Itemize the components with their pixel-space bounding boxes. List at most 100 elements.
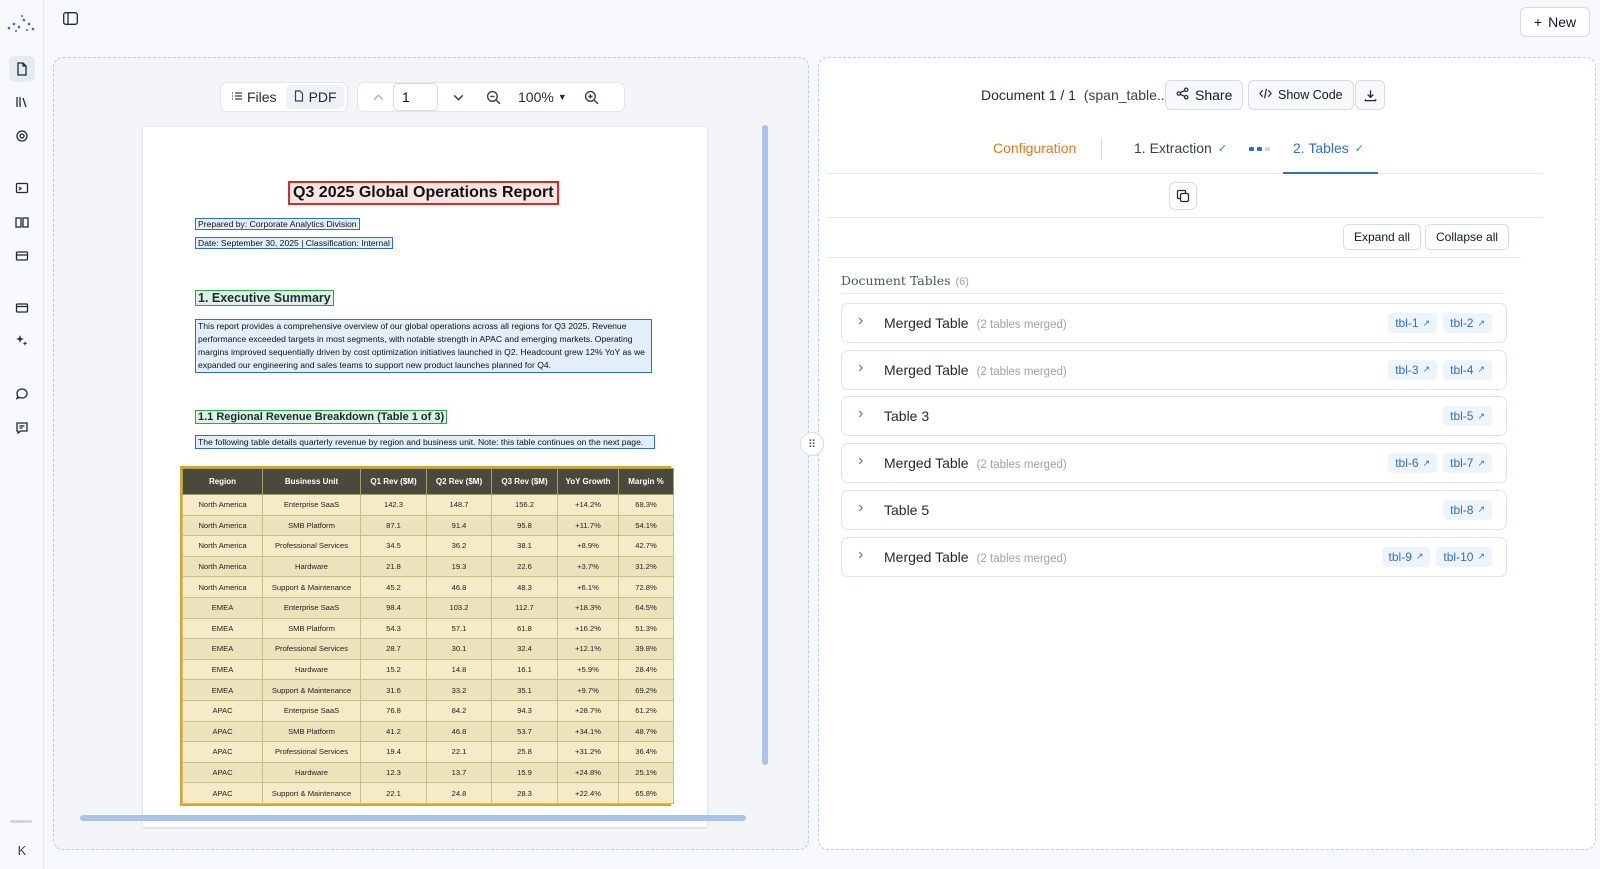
table-cell: +14.2%: [557, 494, 619, 516]
results-panel: Document 1 / 1 (span_table...) Share Sho…: [818, 57, 1596, 850]
zoom-out-icon[interactable]: [479, 85, 508, 109]
table-item-name: Merged Table (2 tables merged): [884, 455, 1067, 471]
sparkle-icon[interactable]: [9, 328, 35, 354]
table-cell: North America: [182, 514, 263, 537]
collapse-all-button[interactable]: Collapse all: [1425, 224, 1510, 250]
chevron-right-icon[interactable]: ›: [858, 405, 863, 423]
table-list-item[interactable]: › Merged Table (2 tables merged) tbl-9 ↗ tbl-…: [841, 536, 1507, 577]
table-cell: 30.1: [426, 638, 492, 660]
progress-dots: [1249, 147, 1270, 151]
table-list-item[interactable]: › Table 5 tbl-8 ↗: [841, 489, 1507, 530]
table-list-item[interactable]: › Merged Table (2 tables merged) tbl-6 ↗ tbl-…: [841, 443, 1507, 484]
table-cell: +11.7%: [557, 514, 619, 537]
copy-icon[interactable]: [1169, 182, 1197, 210]
show-code-button[interactable]: Show Code: [1248, 80, 1354, 110]
table-cell: APAC: [182, 720, 263, 743]
download-icon[interactable]: [1355, 80, 1385, 110]
chevron-right-icon[interactable]: ›: [858, 452, 863, 470]
table-header-cell: Margin %: [618, 468, 674, 495]
table-source-link[interactable]: tbl-9 ↗: [1381, 546, 1431, 567]
table-header-cell: Region: [182, 468, 263, 495]
prev-page-button[interactable]: [364, 85, 393, 109]
table-cell: 46.8: [426, 720, 492, 743]
table-source-label: tbl-8: [1450, 502, 1474, 517]
table-source-badges: tbl-1 ↗ tbl-2 ↗: [1388, 313, 1492, 333]
page-number-input[interactable]: [393, 83, 438, 111]
pdf-summary-paragraph: This report provides a comprehensive ove…: [195, 319, 652, 373]
zoom-in-icon[interactable]: [577, 85, 606, 109]
share-button[interactable]: Share: [1165, 80, 1244, 110]
table-header-row: Region Business Unit Q1 Rev ($M) Q2 Rev ($M…: [182, 468, 674, 495]
table-cell: 28.3: [491, 782, 558, 804]
table-name: Merged Table: [884, 455, 969, 472]
table-row: EMEA Enterprise SaaS 98.4 103.2 112.7 +18.3% 6…: [182, 596, 674, 619]
book-icon[interactable]: [9, 209, 35, 235]
tab-tables[interactable]: 2. Tables ✓: [1293, 140, 1364, 156]
table-source-link[interactable]: tbl-4 ↗: [1443, 359, 1492, 380]
table-list-item[interactable]: › Table 3 tbl-5 ↗: [841, 396, 1507, 437]
next-page-button[interactable]: [444, 85, 473, 109]
table-cell: 14.8: [426, 658, 492, 681]
table-cell: 72.8%: [618, 576, 674, 598]
table-source-link[interactable]: tbl-7 ↗: [1443, 453, 1492, 474]
billing-icon[interactable]: [9, 295, 35, 321]
card-icon[interactable]: [9, 243, 35, 269]
chevron-right-icon[interactable]: ›: [858, 312, 863, 330]
table-source-label: tbl-1: [1395, 316, 1419, 330]
chat-icon[interactable]: [9, 381, 35, 407]
table-list-item[interactable]: › Merged Table (2 tables merged) tbl-1 ↗ tbl-…: [841, 303, 1507, 343]
terminal-icon[interactable]: [9, 175, 35, 201]
chevron-right-icon[interactable]: ›: [858, 499, 863, 517]
table-header-cell: Q3 Rev ($M): [491, 468, 558, 495]
table-item-name: Merged Table (2 tables merged): [884, 549, 1067, 565]
table-list-item[interactable]: › Merged Table (2 tables merged) tbl-3 ↗ tbl-…: [841, 349, 1507, 390]
vertical-scrollbar[interactable]: [762, 125, 768, 765]
table-source-link[interactable]: tbl-3 ↗: [1388, 359, 1438, 380]
new-button[interactable]: + New: [1520, 7, 1590, 37]
app-logo[interactable]: [6, 12, 36, 34]
file-icon: [293, 89, 305, 105]
expand-all-button[interactable]: Expand all: [1343, 224, 1422, 250]
table-source-badges: tbl-6 ↗ tbl-7 ↗: [1388, 453, 1492, 474]
external-link-icon: ↗: [1477, 504, 1485, 515]
external-link-icon: ↗: [1477, 551, 1485, 561]
table-source-link[interactable]: tbl-5 ↗: [1443, 406, 1492, 427]
user-avatar[interactable]: K: [10, 843, 34, 861]
table-cell: SMB Platform: [262, 514, 361, 537]
table-cell: APAC: [182, 699, 263, 722]
panel-resize-handle[interactable]: ⠿: [800, 432, 824, 456]
pdf-view-button[interactable]: PDF: [285, 85, 344, 109]
table-cell: 22.6: [491, 555, 558, 578]
document-file-name: (span_table...): [1083, 87, 1174, 103]
table-source-link[interactable]: tbl-1 ↗: [1388, 313, 1438, 333]
table-cell: APAC: [182, 782, 263, 804]
tab-extraction[interactable]: 1. Extraction ✓: [1134, 140, 1227, 156]
table-cell: 19.4: [360, 741, 427, 763]
zoom-level-select[interactable]: 100% ▼: [518, 89, 567, 105]
table-name: Merged Table: [884, 548, 969, 565]
chevron-right-icon[interactable]: ›: [858, 359, 863, 377]
table-source-link[interactable]: tbl-2 ↗: [1443, 313, 1492, 333]
table-source-link[interactable]: tbl-10 ↗: [1436, 546, 1492, 567]
settings-icon[interactable]: [9, 123, 35, 149]
caret-down-icon: ▼: [557, 92, 567, 102]
check-icon: ✓: [1217, 142, 1228, 155]
sidebar-toggle-icon[interactable]: [60, 9, 80, 27]
show-code-label: Show Code: [1278, 88, 1343, 102]
horizontal-scrollbar[interactable]: [80, 815, 746, 821]
files-view-button[interactable]: Files: [224, 85, 284, 109]
tab-configuration[interactable]: Configuration: [993, 140, 1076, 156]
chevron-right-icon[interactable]: ›: [858, 546, 863, 564]
table-source-link[interactable]: tbl-8 ↗: [1443, 499, 1492, 520]
library-icon[interactable]: [9, 89, 35, 115]
table-cell: 48.7%: [618, 720, 674, 743]
document-icon[interactable]: [9, 56, 35, 82]
table-cell: 15.9: [491, 761, 558, 784]
table-cell: 22.1: [360, 782, 427, 804]
table-cell: 16.1: [491, 658, 558, 681]
table-cell: Support & Maintenance: [262, 576, 361, 598]
feedback-icon[interactable]: [9, 415, 35, 441]
table-item-name: Table 3: [884, 408, 929, 424]
pdf-viewer-panel: Files PDF 100% ▼ Q3 2025 Global Operatio…: [53, 57, 809, 850]
table-source-link[interactable]: tbl-6 ↗: [1388, 453, 1438, 474]
